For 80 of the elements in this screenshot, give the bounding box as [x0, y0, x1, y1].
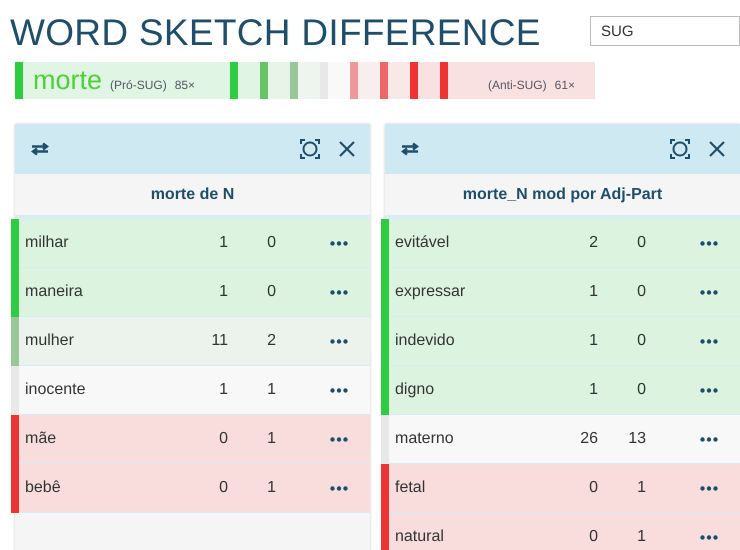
close-icon[interactable] [338, 140, 356, 158]
close-icon[interactable] [708, 140, 726, 158]
swap-icon[interactable] [399, 142, 421, 156]
frequency-count: 1 [636, 528, 646, 546]
frequency-count: 11 [210, 332, 228, 350]
more-icon[interactable] [700, 240, 718, 246]
collocate-row[interactable]: inocente 1 1 [11, 366, 370, 415]
collocate-word: materno [395, 430, 455, 448]
pro-label: (Pró-SUG) [110, 76, 167, 92]
fullscreen-icon[interactable] [670, 139, 690, 159]
frequency-count: 13 [627, 430, 646, 448]
headword: morte [33, 65, 102, 96]
search-field[interactable]: SUG [590, 16, 740, 46]
collocate-word: maneira [25, 283, 84, 301]
frequency-count: 2 [266, 332, 276, 350]
frequency-count: 0 [218, 430, 228, 448]
collocate-word: digno [395, 381, 436, 399]
page-title: WORD SKETCH DIFFERENCE [10, 11, 542, 54]
collocate-word: inocente [25, 381, 86, 399]
frequency-count: 0 [218, 479, 228, 497]
more-icon[interactable] [330, 388, 348, 392]
frequency-count: 1 [588, 381, 598, 399]
more-icon[interactable] [700, 290, 718, 294]
frequency-count: 0 [636, 283, 646, 301]
fullscreen-icon[interactable] [300, 139, 320, 159]
frequency-count: 0 [636, 332, 646, 350]
frequency-count: 0 [636, 381, 646, 399]
collocate-word: natural [395, 528, 445, 546]
frequency-count: 1 [266, 479, 276, 497]
anti-count: 61× [554, 76, 575, 92]
more-icon[interactable] [700, 388, 718, 392]
more-icon[interactable] [700, 436, 718, 442]
more-icon[interactable] [330, 290, 348, 294]
collocate-word: mãe [25, 430, 58, 448]
collocate-row[interactable]: bebê 0 1 [11, 464, 370, 513]
anti-label: (Anti-SUG) [488, 76, 547, 92]
collocate-row[interactable]: expressar 1 0 [381, 268, 740, 317]
collocate-row[interactable]: milhar 1 0 [11, 219, 370, 268]
collocate-row[interactable]: maneira 1 0 [11, 268, 370, 317]
collocate-row[interactable]: mulher 11 2 [11, 317, 370, 366]
more-icon[interactable] [330, 486, 348, 490]
more-icon[interactable] [330, 338, 348, 344]
frequency-count: 0 [266, 234, 276, 252]
collocate-word: bebê [25, 479, 62, 497]
collocate-row[interactable]: digno 1 0 [381, 366, 740, 415]
collocate-row[interactable]: indevido 1 0 [381, 317, 740, 366]
collocate-word: fetal [395, 479, 426, 497]
more-icon[interactable] [700, 534, 718, 540]
collocate-word: indevido [395, 332, 456, 350]
collocate-row[interactable]: natural 0 1 [381, 513, 740, 550]
collocate-word: evitável [395, 234, 450, 252]
frequency-count: 1 [266, 381, 276, 399]
frequency-count: 1 [588, 332, 598, 350]
frequency-count: 1 [218, 234, 228, 252]
more-icon[interactable] [700, 338, 718, 344]
frequency-count: 1 [218, 283, 228, 301]
more-icon[interactable] [330, 436, 348, 442]
frequency-count: 1 [218, 381, 228, 399]
relation-title: morte_N mod por Adj-Part [462, 184, 662, 204]
collocate-row[interactable]: fetal 0 1 [381, 464, 740, 513]
pro-count: 85× [174, 76, 196, 92]
collocate-word: expressar [395, 283, 466, 301]
relation-title: morte de N [150, 184, 234, 204]
collocate-row[interactable]: evitável 2 0 [381, 219, 740, 268]
collocate-word: milhar [25, 234, 70, 252]
frequency-count: 1 [266, 430, 276, 448]
more-icon[interactable] [700, 486, 718, 490]
collocate-row[interactable]: mãe 0 1 [11, 415, 370, 464]
frequency-count: 2 [588, 234, 598, 252]
frequency-count: 0 [588, 528, 598, 546]
frequency-count: 1 [588, 283, 598, 301]
frequency-count: 1 [636, 479, 646, 497]
frequency-count: 0 [636, 234, 646, 252]
swap-icon[interactable] [29, 142, 51, 156]
collocate-word: mulher [25, 332, 75, 350]
frequency-count: 0 [588, 479, 598, 497]
frequency-count: 0 [266, 283, 276, 301]
collocate-row[interactable]: materno 26 13 [381, 415, 740, 464]
more-icon[interactable] [330, 240, 348, 246]
frequency-count: 26 [579, 430, 598, 448]
